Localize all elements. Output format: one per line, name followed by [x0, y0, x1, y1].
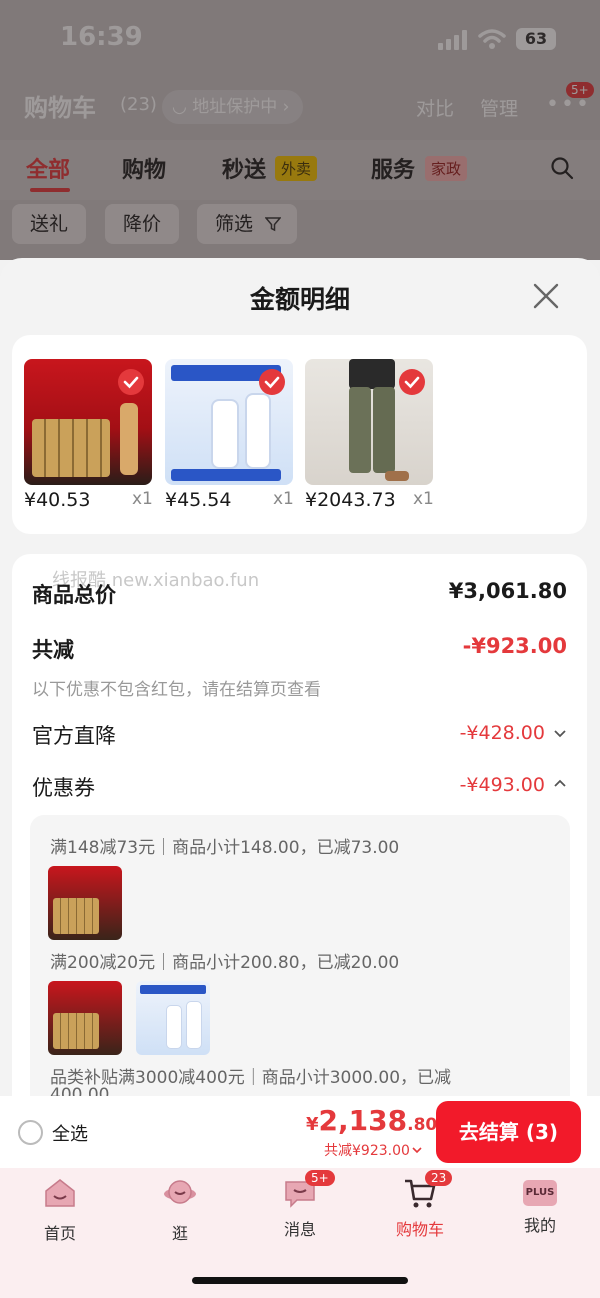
product-image-shampoo — [165, 359, 293, 485]
tab-messages-label: 消息 — [283, 1220, 316, 1239]
discount-note: 以下优惠不包含红包，请在结算页查看 — [32, 680, 321, 700]
sheet-title: 金额明细 — [249, 285, 350, 314]
product-qty: x1 — [413, 489, 434, 509]
selected-check-icon — [399, 369, 425, 395]
product-image-serum-set — [24, 359, 152, 485]
home-icon — [45, 1179, 75, 1207]
total-discount-value: -¥923.00 — [462, 634, 567, 658]
product-item[interactable]: ¥40.53 x1 — [24, 359, 154, 511]
total-decimal: .80 — [407, 1115, 438, 1135]
cart-icon-wrap: 23 — [403, 1170, 453, 1210]
tab-home[interactable]: 首页 — [10, 1176, 110, 1244]
tab-explore-label: 逛 — [171, 1224, 188, 1243]
select-all-label[interactable]: 全选 — [52, 1120, 88, 1146]
official-discount-label[interactable]: 官方直降 — [32, 720, 116, 750]
product-price: ¥45.54 — [165, 489, 232, 511]
selected-products-card: ¥40.53 x1 ¥45.54 x1 ¥2043.73 x1 — [12, 335, 587, 534]
coupon-value[interactable]: -¥493.00 — [460, 774, 545, 796]
selected-check-icon — [259, 369, 285, 395]
cart-badge: 23 — [425, 1170, 453, 1186]
coupon-rule-text: 满200减20元｜商品小计200.80，已减20.00 — [50, 953, 400, 973]
official-discount-value[interactable]: -¥428.00 — [460, 722, 545, 744]
chevron-down-icon[interactable] — [553, 726, 567, 740]
select-all-radio[interactable] — [18, 1120, 43, 1145]
product-item[interactable]: ¥2043.73 x1 — [305, 359, 435, 511]
product-qty: x1 — [132, 489, 153, 509]
tab-cart-label: 购物车 — [395, 1220, 444, 1239]
total-price-label: 商品总价 — [32, 583, 116, 607]
total-price-value: ¥3,061.80 — [448, 579, 567, 603]
chevron-down-icon — [412, 1147, 422, 1154]
coupon-label[interactable]: 优惠券 — [32, 772, 95, 802]
coupon-rule-text: 满148减73元｜商品小计148.00，已减73.00 — [50, 838, 400, 858]
coupon-product-thumb — [48, 866, 122, 940]
product-image-pants — [305, 359, 433, 485]
checkout-bar: 全选 ¥2,138.80 共减¥923.00 去结算 (3) — [0, 1096, 600, 1168]
product-qty: x1 — [273, 489, 294, 509]
tab-mine-label: 我的 — [523, 1216, 556, 1235]
modal-overlay[interactable] — [0, 0, 600, 260]
checkout-saved[interactable]: 共减¥923.00 — [324, 1140, 422, 1160]
chevron-up-icon[interactable] — [553, 776, 567, 790]
product-item[interactable]: ¥45.54 x1 — [165, 359, 295, 511]
tab-home-label: 首页 — [43, 1224, 76, 1243]
product-price: ¥2043.73 — [305, 489, 396, 511]
checkout-total: ¥2,138.80 — [306, 1104, 437, 1137]
messages-badge: 5+ — [305, 1170, 335, 1186]
total-integer: 2,138 — [318, 1104, 408, 1137]
message-icon-wrap: 5+ — [283, 1170, 335, 1210]
product-price: ¥40.53 — [24, 489, 91, 511]
total-currency: ¥ — [306, 1114, 319, 1135]
tab-explore[interactable]: 逛 — [130, 1176, 230, 1244]
coupon-rule-text: 品类补贴满3000减400元｜商品小计3000.00，已减 — [50, 1068, 452, 1088]
close-icon[interactable] — [530, 280, 562, 312]
plus-member-icon: PLUS — [523, 1180, 557, 1206]
tab-messages[interactable]: 5+ 消息 — [250, 1170, 350, 1240]
selected-check-icon — [118, 369, 144, 395]
home-indicator — [192, 1277, 408, 1284]
checkout-saved-text: 共减¥923.00 — [324, 1143, 410, 1159]
planet-icon — [164, 1180, 196, 1204]
total-discount-label: 共减 — [32, 638, 74, 662]
coupon-product-thumb — [48, 981, 122, 1055]
checkout-button[interactable]: 去结算 (3) — [436, 1101, 581, 1163]
tab-cart[interactable]: 23 购物车 — [370, 1170, 470, 1240]
coupon-product-thumb — [136, 981, 210, 1055]
tab-mine[interactable]: PLUS 我的 — [490, 1176, 590, 1236]
